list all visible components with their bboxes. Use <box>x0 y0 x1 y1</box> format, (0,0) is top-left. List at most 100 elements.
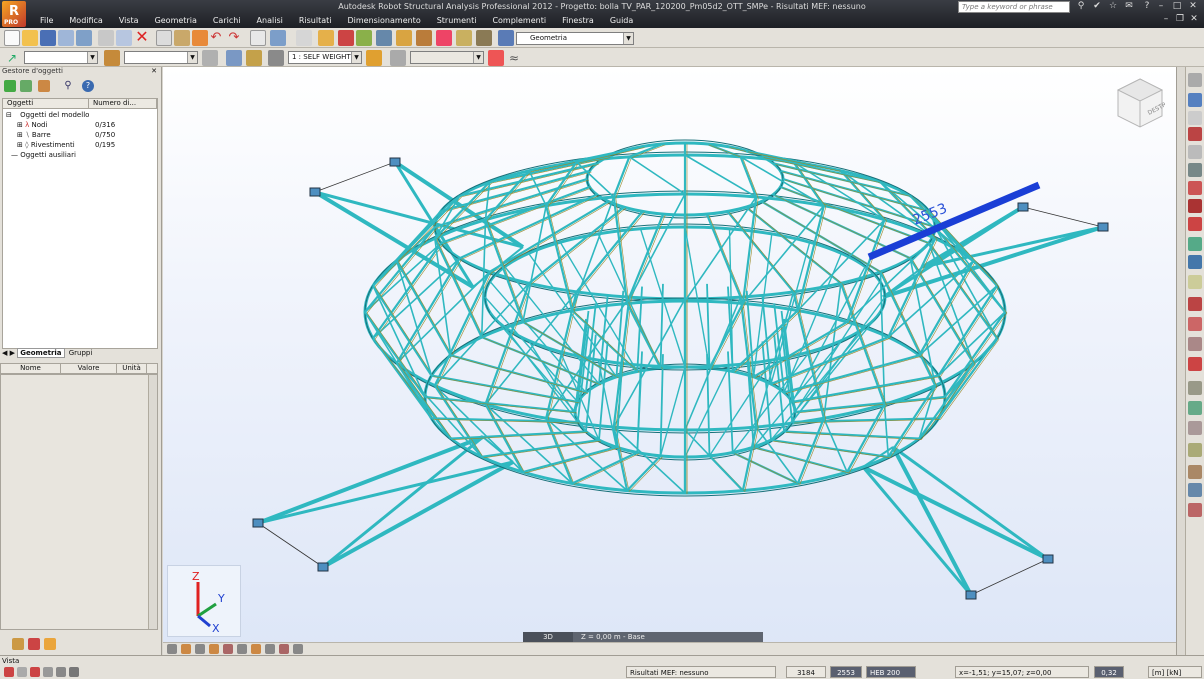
delete-icon[interactable]: ✕ <box>134 29 150 46</box>
help-icon[interactable]: ? <box>82 80 94 92</box>
open-icon[interactable] <box>22 30 38 46</box>
node-numbers-icon[interactable] <box>223 644 233 654</box>
wall-icon[interactable] <box>1188 465 1202 479</box>
section-status[interactable]: HEB 200 <box>866 666 916 678</box>
layout-icon[interactable] <box>498 30 514 46</box>
structure-bar[interactable] <box>322 460 514 569</box>
tab-scroll-right-icon[interactable]: ▶ <box>10 349 15 357</box>
doc-minimize-button[interactable]: – <box>1160 14 1172 24</box>
binoculars-icon[interactable]: ⚲ <box>1076 1 1086 11</box>
chevron-down-icon[interactable]: ▼ <box>87 52 97 63</box>
structure-bar[interactable] <box>443 187 592 245</box>
mesh-icon[interactable] <box>1188 381 1202 395</box>
structure-bar[interactable] <box>574 453 640 485</box>
shape-icon[interactable] <box>293 644 303 654</box>
case-arrow-icon[interactable] <box>268 50 284 66</box>
loads-icon[interactable] <box>279 644 289 654</box>
bar-selection-icon[interactable] <box>104 50 120 66</box>
save-icon[interactable] <box>40 30 56 46</box>
structure-bar[interactable] <box>612 196 629 304</box>
undo-icon[interactable]: ↶ <box>208 30 224 46</box>
bars-icon[interactable] <box>1188 93 1202 107</box>
menu-item-vista[interactable]: Vista <box>111 16 147 25</box>
collapse-icon[interactable]: ⊟ <box>6 111 12 119</box>
print-icon[interactable] <box>58 30 74 46</box>
support-node[interactable] <box>309 187 321 197</box>
nodes-icon[interactable] <box>1188 73 1202 87</box>
structure-bar[interactable] <box>823 417 848 473</box>
tab-geometry[interactable]: Geometria <box>17 348 65 358</box>
structure-bar[interactable] <box>783 354 920 394</box>
menu-item-complementi[interactable]: Complementi <box>484 16 554 25</box>
menu-item-dimensionamento[interactable]: Dimensionamento <box>339 16 428 25</box>
structure-bar[interactable] <box>927 210 998 287</box>
materials-icon[interactable] <box>1188 181 1202 195</box>
structure-bar[interactable] <box>883 404 890 457</box>
maximize-button[interactable]: □ <box>1172 1 1182 11</box>
structure-bar[interactable] <box>257 435 484 525</box>
case-icon[interactable] <box>246 50 262 66</box>
support-node[interactable] <box>1017 202 1029 212</box>
expand-icon[interactable]: ⊞ <box>17 141 23 149</box>
support-node[interactable] <box>252 518 264 528</box>
structure-bar[interactable] <box>708 302 744 369</box>
chevron-down-icon[interactable]: ▼ <box>187 52 197 63</box>
support-node[interactable] <box>1097 222 1109 232</box>
doc-close-button[interactable]: ✕ <box>1188 14 1200 24</box>
structure-bar[interactable] <box>739 156 758 198</box>
cut-icon[interactable] <box>98 30 114 46</box>
structure-bar[interactable] <box>742 157 759 199</box>
zoom-icon[interactable]: ⚲ <box>62 80 74 92</box>
menu-item-modifica[interactable]: Modifica <box>61 16 110 25</box>
structure-bar[interactable] <box>450 354 587 394</box>
column-header-value[interactable]: Valore <box>61 364 117 373</box>
tree-node-bars[interactable]: ⊞ ∖ Barre 0/750 <box>17 131 157 140</box>
viewcube[interactable]: DESTRA <box>1115 77 1172 129</box>
structure-bar[interactable] <box>545 205 574 311</box>
new-icon[interactable] <box>4 30 20 46</box>
lock-icon[interactable] <box>296 30 312 46</box>
display-icon[interactable] <box>226 50 242 66</box>
print-preview-icon[interactable] <box>76 30 92 46</box>
clipboard-icon[interactable] <box>174 30 190 46</box>
node-selection-dropdown[interactable]: ▼ <box>24 51 98 64</box>
copy-icon[interactable] <box>116 30 132 46</box>
table-icon[interactable] <box>250 30 266 46</box>
chevron-down-icon[interactable]: ▼ <box>473 52 483 63</box>
panels-icon[interactable] <box>1188 337 1202 351</box>
supports-icon[interactable] <box>265 644 275 654</box>
view-icon[interactable] <box>167 644 177 654</box>
support-node[interactable] <box>1042 554 1054 564</box>
structure-bar[interactable] <box>887 260 974 338</box>
structure-bar[interactable] <box>314 161 396 193</box>
menu-item-guida[interactable]: Guida <box>602 16 641 25</box>
structure-bar[interactable] <box>484 182 491 220</box>
structure-bar[interactable] <box>612 156 631 198</box>
mass-icon[interactable] <box>1188 297 1202 311</box>
structure-bar[interactable] <box>797 219 886 312</box>
structure-bar[interactable] <box>659 366 686 457</box>
design-view-icon[interactable] <box>44 638 56 650</box>
thickness-icon[interactable] <box>1188 357 1202 371</box>
status-icon-2[interactable] <box>17 667 27 677</box>
close-button[interactable]: ✕ <box>1188 1 1198 11</box>
column-header-unit[interactable]: Unità <box>117 364 147 373</box>
redo-icon[interactable]: ↷ <box>226 30 242 46</box>
search-input[interactable]: Type a keyword or phrase <box>958 1 1070 13</box>
load-icon[interactable] <box>396 30 412 46</box>
structure-bar[interactable] <box>547 419 575 485</box>
structure-bar[interactable] <box>770 438 889 458</box>
structure-bar[interactable] <box>615 157 632 199</box>
frame-icon[interactable] <box>1188 443 1202 457</box>
rotate-icon[interactable] <box>209 644 219 654</box>
structure-bar[interactable] <box>823 283 842 419</box>
status-icon-3[interactable] <box>30 667 40 677</box>
doc-restore-button[interactable]: ❐ <box>1174 14 1186 24</box>
support-icon[interactable] <box>356 30 372 46</box>
bar-status[interactable]: 2553 <box>830 666 862 678</box>
filter-icon[interactable] <box>202 50 218 66</box>
menu-item-analisi[interactable]: Analisi <box>249 16 291 25</box>
expand-icon[interactable]: ⊞ <box>17 121 23 129</box>
minimize-button[interactable]: – <box>1156 1 1166 11</box>
tab-groups[interactable]: Gruppi <box>67 349 95 357</box>
